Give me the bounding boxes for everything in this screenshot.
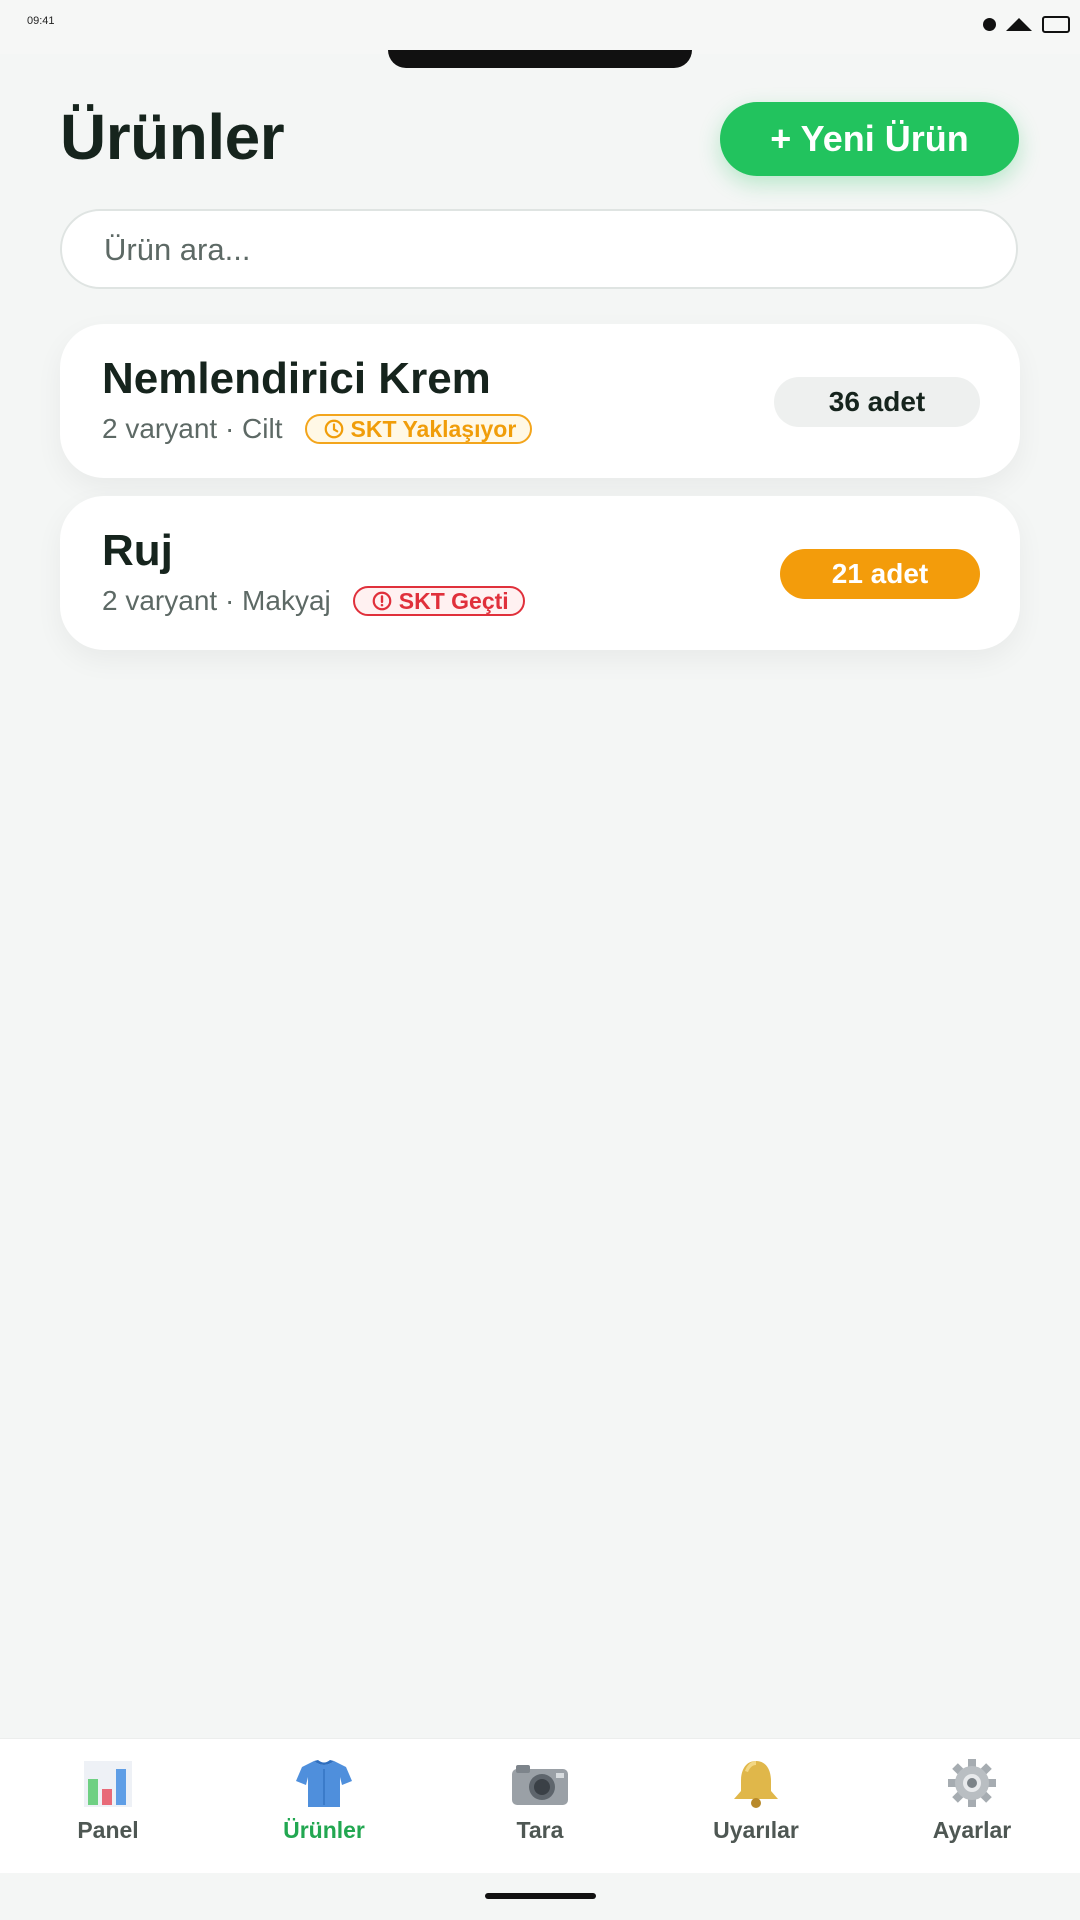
product-variant-category: 2 varyant · Cilt <box>102 413 283 444</box>
expiry-badge-label: SKT Yaklaşıyor <box>350 415 517 442</box>
battery-icon <box>1042 16 1070 33</box>
product-card[interactable]: Nemlendirici Krem 2 varyant · Cilt SKT Y… <box>60 324 1020 478</box>
status-time: 09:41 <box>27 15 55 27</box>
shirt-icon <box>296 1760 352 1807</box>
expiry-badge: SKT Yaklaşıyor <box>304 414 533 444</box>
camera-dot-icon <box>983 18 996 31</box>
product-meta: 2 varyant · Cilt SKT Yaklaşıyor <box>102 413 533 445</box>
product-name: Ruj <box>102 526 173 575</box>
page-title: Ürünler <box>60 101 285 173</box>
search-input[interactable] <box>102 211 986 289</box>
expiry-badge-label: SKT Geçti <box>398 587 509 614</box>
gear-icon <box>948 1759 996 1807</box>
product-meta: 2 varyant · Makyaj SKT Geçti <box>102 585 525 617</box>
clock-icon <box>324 419 343 439</box>
tab-panel[interactable]: Panel <box>18 1757 198 1844</box>
signal-icon <box>1006 18 1032 31</box>
status-icons <box>983 16 1070 33</box>
quantity-pill: 21 adet <box>780 549 980 599</box>
tab-settings[interactable]: Ayarlar <box>882 1757 1062 1844</box>
product-variant-category: 2 varyant · Makyaj <box>102 585 331 616</box>
camera-icon <box>512 1765 568 1805</box>
quantity-pill: 36 adet <box>774 377 980 427</box>
tab-label: Tara <box>516 1817 564 1843</box>
product-name: Nemlendirici Krem <box>102 354 491 403</box>
bottom-tab-bar: Panel Ürünler Tara Uyarılar Ayarlar <box>0 1738 1080 1873</box>
tab-label: Ayarlar <box>932 1817 1012 1843</box>
home-indicator <box>485 1893 596 1899</box>
new-product-button[interactable]: + Yeni Ürün <box>720 102 1019 176</box>
tab-products[interactable]: Ürünler <box>234 1757 414 1844</box>
expiry-badge: SKT Geçti <box>352 586 525 616</box>
tab-label: Uyarılar <box>713 1817 799 1843</box>
product-list: Nemlendirici Krem 2 varyant · Cilt SKT Y… <box>60 324 1020 668</box>
tab-alerts[interactable]: Uyarılar <box>666 1757 846 1844</box>
product-card[interactable]: Ruj 2 varyant · Makyaj SKT Geçti 21 adet <box>60 496 1020 650</box>
alert-circle-icon <box>372 591 392 611</box>
tab-label: Panel <box>77 1817 139 1843</box>
status-bar: 09:41 <box>0 0 1080 54</box>
search-bar <box>60 209 1018 289</box>
tab-scan[interactable]: Tara <box>450 1757 630 1844</box>
chart-icon <box>84 1761 132 1807</box>
bell-icon <box>734 1761 778 1808</box>
notch <box>388 50 692 68</box>
tab-label: Ürünler <box>283 1817 365 1843</box>
